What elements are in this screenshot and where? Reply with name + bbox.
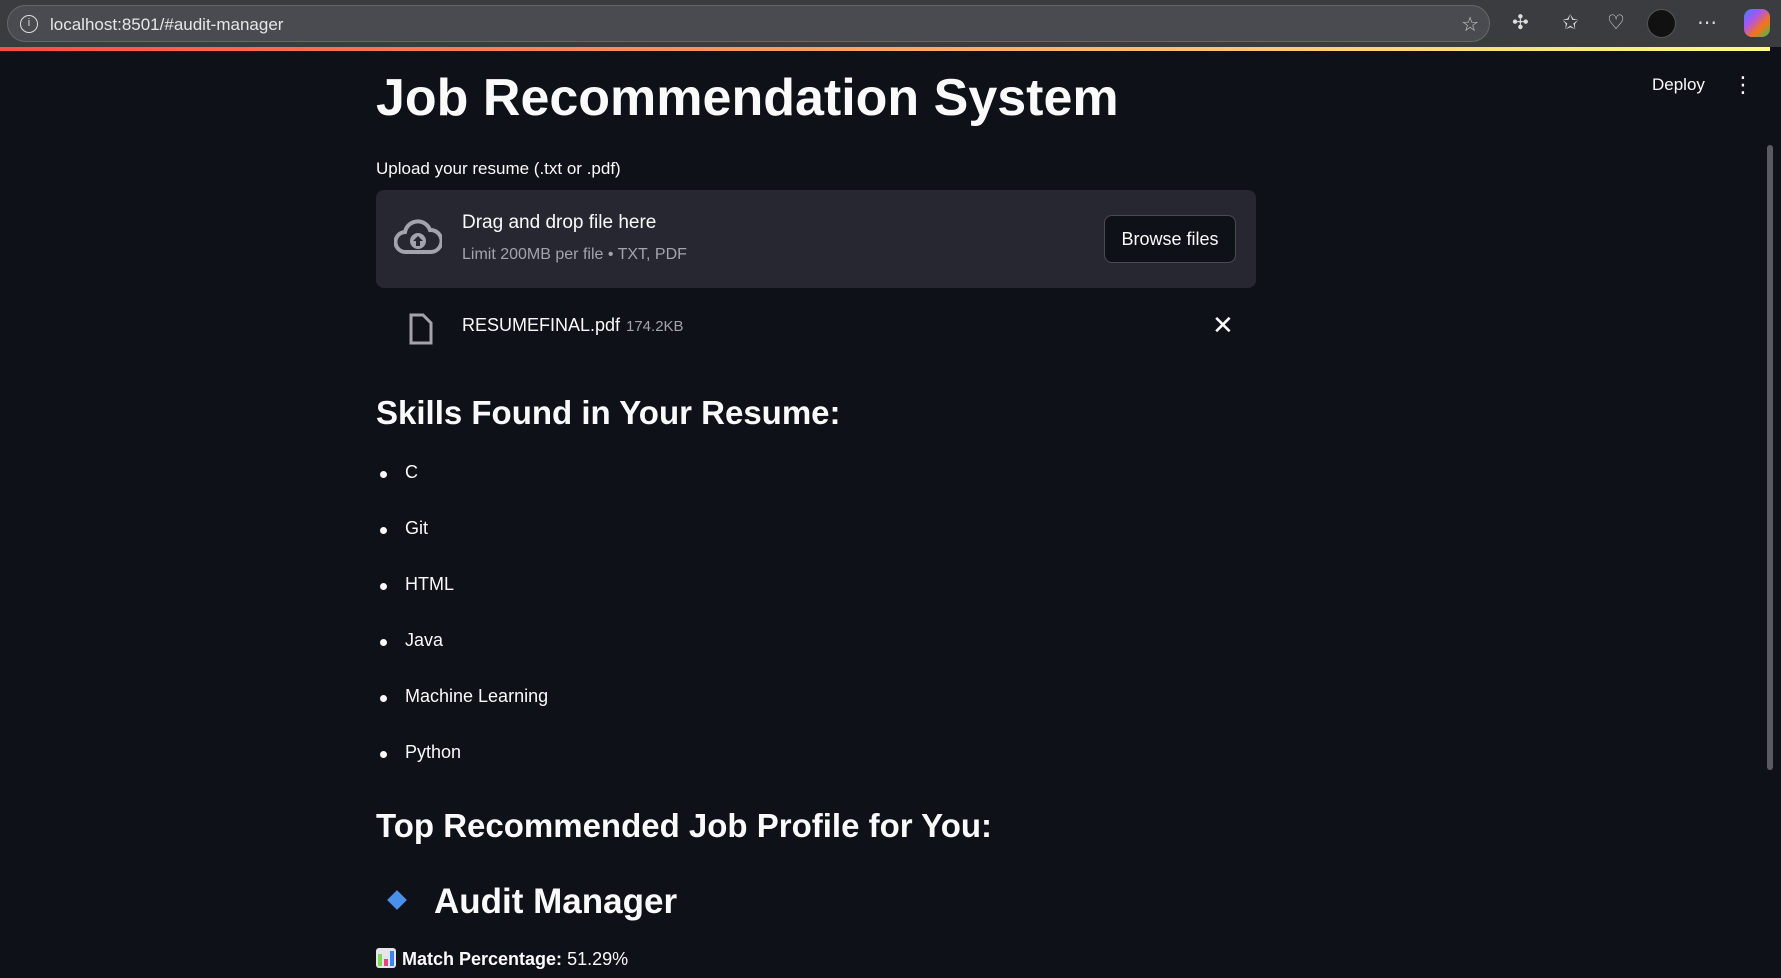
bar-chart-icon xyxy=(376,948,396,968)
info-icon[interactable]: i xyxy=(20,15,38,33)
skill-item: Python xyxy=(376,742,548,798)
health-icon[interactable]: ♡ xyxy=(1607,10,1625,35)
uploader-label: Upload your resume (.txt or .pdf) xyxy=(376,159,621,178)
match-value: 51.29% xyxy=(567,949,629,969)
copilot-icon[interactable] xyxy=(1744,9,1770,37)
jobs-heading: Top Recommended Job Profile for You: xyxy=(376,807,993,844)
scrollbar[interactable] xyxy=(1767,145,1773,770)
diamond-icon xyxy=(387,890,407,910)
more-icon[interactable]: ⋯ xyxy=(1697,10,1717,35)
file-name: RESUMEFINAL.pdf xyxy=(462,315,621,335)
skill-item: HTML xyxy=(376,574,548,630)
file-dropzone[interactable]: Drag and drop file here Limit 200MB per … xyxy=(376,190,1256,288)
file-size: 174.2KB xyxy=(626,318,684,335)
skills-list: C Git HTML Java Machine Learning Python xyxy=(376,462,548,798)
uploaded-file: RESUMEFINAL.pdf 174.2KB ✕ xyxy=(376,310,1256,348)
favorites-icon[interactable]: ✩ xyxy=(1562,10,1579,35)
skill-item: Machine Learning xyxy=(376,686,548,742)
main-menu-icon[interactable]: ⋮ xyxy=(1732,72,1754,98)
match-percentage: Match Percentage: 51.29% xyxy=(376,948,628,970)
drop-text: Drag and drop file here xyxy=(462,212,657,233)
skill-item: Git xyxy=(376,518,548,574)
skills-heading: Skills Found in Your Resume: xyxy=(376,394,841,431)
file-icon xyxy=(409,313,433,345)
skill-item: Java xyxy=(376,630,548,686)
match-label: Match Percentage: xyxy=(402,949,563,969)
skill-item: C xyxy=(376,462,548,518)
url-text[interactable]: localhost:8501/#audit-manager xyxy=(50,15,283,35)
deploy-button[interactable]: Deploy xyxy=(1652,75,1705,95)
favorite-star-icon[interactable]: ☆ xyxy=(1461,12,1479,37)
job-title-text: Audit Manager xyxy=(434,882,678,921)
job-title: Audit Manager xyxy=(376,882,677,922)
cloud-upload-icon xyxy=(394,219,442,254)
browser-toolbar: i localhost:8501/#audit-manager ☆ ✣ ✩ ♡ … xyxy=(0,0,1781,47)
browse-files-button[interactable]: Browse files xyxy=(1104,215,1236,263)
address-bar[interactable]: i localhost:8501/#audit-manager ☆ xyxy=(7,5,1490,42)
limit-text: Limit 200MB per file • TXT, PDF xyxy=(462,246,687,263)
header-decoration xyxy=(0,47,1770,51)
profile-avatar[interactable] xyxy=(1647,9,1676,38)
remove-file-icon[interactable]: ✕ xyxy=(1212,310,1234,341)
page-title: Job Recommendation System xyxy=(376,69,1119,127)
extensions-icon[interactable]: ✣ xyxy=(1512,10,1529,35)
